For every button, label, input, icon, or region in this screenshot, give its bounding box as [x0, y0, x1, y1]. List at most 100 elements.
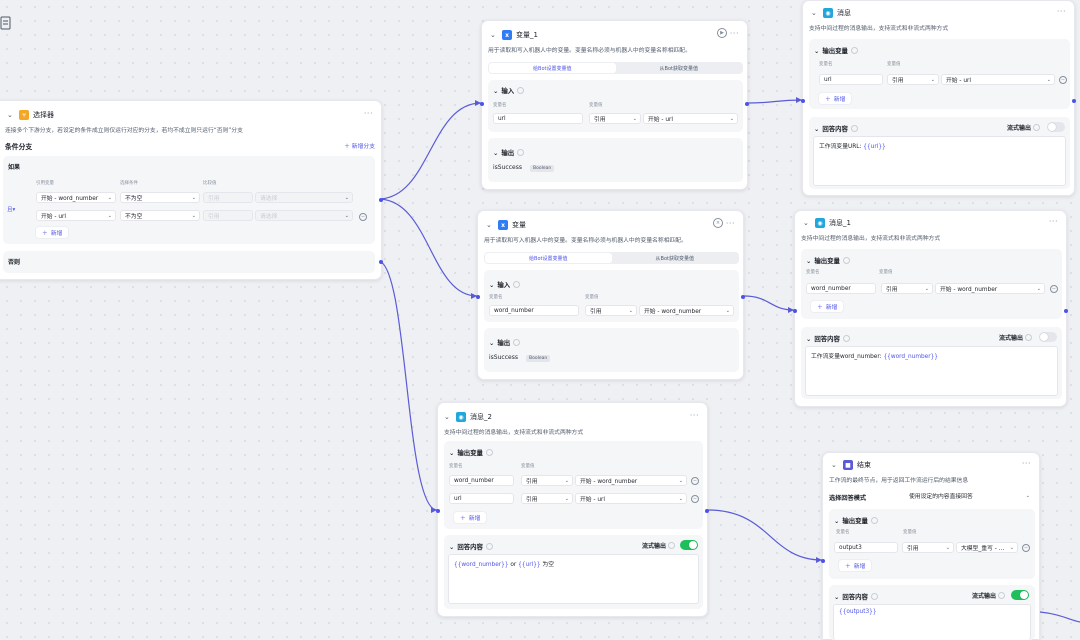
run-icon[interactable]: ×: [713, 218, 723, 228]
stream-toggle[interactable]: [1011, 590, 1029, 600]
chevron-down-icon: ⌄: [107, 194, 112, 201]
add-condition-button[interactable]: ＋新增: [36, 227, 69, 238]
value-ref-select[interactable]: 开始 - word_number ⌄: [935, 283, 1045, 294]
more-menu-icon[interactable]: ···: [726, 219, 735, 228]
value-ref-select[interactable]: 开始 - word_number ⌄: [575, 475, 687, 486]
variable-node[interactable]: ⌄ x 变量 × ··· 用于读取和写入机器人中的变量。变量名称必须与机器人中的变量…: [476, 210, 745, 380]
reply-content-editor[interactable]: 工作流变量word_number: {{word_number}}: [805, 346, 1058, 396]
chevron-down-icon: ⌄: [107, 212, 112, 219]
value-type-select[interactable]: 引用 ⌄: [902, 542, 954, 553]
value-type-select[interactable]: 引用 ⌄: [521, 475, 573, 486]
collapse-chevron-icon[interactable]: ⌄: [7, 111, 15, 119]
collapse-chevron-icon[interactable]: ⌄: [831, 461, 839, 469]
cmp-value-select[interactable]: 请选择 ⌄: [255, 210, 353, 221]
remove-variable-icon[interactable]: −: [691, 477, 699, 485]
cond-select[interactable]: 不为空 ⌄: [120, 192, 200, 203]
and-operator[interactable]: 且▾: [7, 205, 15, 213]
remove-variable-icon[interactable]: −: [1050, 285, 1058, 293]
value-ref-select[interactable]: 开始 - url ⌄: [941, 74, 1055, 85]
variable-name-input[interactable]: word_number: [806, 283, 876, 294]
variable-name-input[interactable]: url: [449, 493, 514, 504]
add-variable-button[interactable]: ＋新增: [819, 93, 852, 104]
add-variable-button[interactable]: ＋新增: [811, 301, 844, 312]
input-port[interactable]: [436, 509, 440, 513]
add-branch-label: 新增分支: [351, 144, 375, 150]
message-2-node[interactable]: ⌄ ◉ 消息_2 ··· 支持中间过程的消息输出，支持流式和非流式两种方式 ⌄ 输出变…: [436, 402, 709, 617]
input-port[interactable]: [476, 295, 480, 299]
ref-select[interactable]: 开始 - url ⌄: [36, 210, 116, 221]
cmp-value-select[interactable]: 请选择 ⌄: [255, 192, 353, 203]
value-ref-select[interactable]: 大模型_重写 - ... ⌄: [956, 542, 1018, 553]
selector-node[interactable]: ⌄ ⑂ 选择器 ··· 连接多个下游分支，若设定的条件成立则仅运行对应的分支，若均不…: [0, 100, 383, 280]
chevron-down-icon: ⌄: [678, 477, 683, 484]
else-output-port[interactable]: [379, 260, 383, 264]
output-vars-section: ⌄ 输出变量 变量名 变量值 word_number 引用 ⌄ 开始 - word_…: [801, 249, 1062, 319]
reply-text: 为空: [540, 562, 555, 568]
run-icon[interactable]: ▶: [717, 28, 727, 38]
tab-set-variable[interactable]: 给Bot设置变量值: [489, 63, 616, 73]
stream-toggle[interactable]: [1047, 122, 1065, 132]
output-port[interactable]: [741, 295, 745, 299]
more-menu-icon[interactable]: ···: [364, 109, 373, 118]
more-menu-icon[interactable]: ···: [690, 411, 699, 420]
input-port[interactable]: [793, 309, 797, 313]
input-port[interactable]: [821, 559, 825, 563]
more-menu-icon[interactable]: ···: [1022, 459, 1031, 468]
add-variable-button[interactable]: ＋新增: [839, 560, 872, 571]
document-icon[interactable]: [0, 16, 12, 30]
output-port[interactable]: [1064, 309, 1068, 313]
tab-set-variable[interactable]: 给Bot设置变量值: [485, 253, 612, 263]
remove-variable-icon[interactable]: −: [1022, 544, 1030, 552]
variable-name-input[interactable]: url: [493, 113, 583, 124]
remove-variable-icon[interactable]: −: [1059, 76, 1067, 84]
message-node[interactable]: ⌄ ◉ 消息 ··· 支持中间过程的消息输出，支持流式和非流式两种方式 ⌄ 输出变量 …: [801, 0, 1076, 196]
variable-name-input[interactable]: url: [819, 74, 883, 85]
cmp-type-select[interactable]: 引用: [203, 210, 253, 221]
reply-text: 工作流变量word_number:: [811, 354, 884, 360]
info-icon: [850, 47, 858, 54]
message-1-node[interactable]: ⌄ ◉ 消息_1 ··· 支持中间过程的消息输出，支持流式和非流式两种方式 ⌄ 输出变…: [793, 210, 1068, 407]
value-ref-select[interactable]: 开始 - url ⌄: [643, 113, 738, 124]
output-port[interactable]: [705, 509, 709, 513]
end-node[interactable]: ⌄ ■ 结束 ··· 工作流的最终节点，用于返回工作流运行后的结果信息 选择回答模式…: [821, 452, 1040, 640]
reply-content-editor[interactable]: {{word_number}} or {{url}} 为空: [448, 554, 699, 604]
value-type-select[interactable]: 引用 ⌄: [887, 74, 939, 85]
collapse-chevron-icon[interactable]: ⌄: [811, 9, 819, 17]
stream-toggle[interactable]: [680, 540, 698, 550]
variable-name-input[interactable]: word_number: [489, 305, 579, 316]
output-port[interactable]: [1072, 99, 1076, 103]
tab-get-variable[interactable]: 从Bot获取变量值: [612, 253, 739, 263]
collapse-chevron-icon[interactable]: ⌄: [803, 219, 811, 227]
variable-name-input[interactable]: word_number: [449, 475, 514, 486]
value-ref-select[interactable]: 开始 - word_number ⌄: [639, 305, 734, 316]
add-variable-button[interactable]: ＋新增: [454, 512, 487, 523]
cond-select[interactable]: 不为空 ⌄: [120, 210, 200, 221]
value-ref-select[interactable]: 开始 - url ⌄: [575, 493, 687, 504]
reply-content-editor[interactable]: {{output3}}: [833, 604, 1031, 640]
if-output-port[interactable]: [379, 198, 383, 202]
collapse-chevron-icon[interactable]: ⌄: [444, 413, 452, 421]
value-type-select[interactable]: 引用 ⌄: [521, 493, 573, 504]
more-menu-icon[interactable]: ···: [1049, 217, 1058, 226]
value-type-select[interactable]: 引用 ⌄: [881, 283, 933, 294]
cmp-type-select[interactable]: 引用: [203, 192, 253, 203]
value-type-select[interactable]: 引用 ⌄: [585, 305, 637, 316]
input-port[interactable]: [480, 102, 484, 106]
variable-1-node[interactable]: ⌄ x 变量_1 ▶ ··· 用于读取和写入机器人中的变量。变量名称必须与机器人中的…: [480, 20, 749, 190]
value-type-select[interactable]: 引用 ⌄: [589, 113, 641, 124]
more-menu-icon[interactable]: ···: [730, 29, 739, 38]
collapse-chevron-icon[interactable]: ⌄: [490, 31, 498, 39]
answer-mode-select[interactable]: 使用设定的内容直接回答 ⌄: [905, 490, 1033, 501]
add-branch-button[interactable]: ＋ 新增分支: [344, 141, 375, 150]
reply-content-editor[interactable]: 工作流变量URL: {{url}}: [813, 136, 1066, 186]
output-port[interactable]: [745, 102, 749, 106]
stream-toggle[interactable]: [1039, 332, 1057, 342]
collapse-chevron-icon[interactable]: ⌄: [486, 221, 494, 229]
ref-select[interactable]: 开始 - word_number ⌄: [36, 192, 116, 203]
variable-name-input[interactable]: output3: [834, 542, 898, 553]
remove-variable-icon[interactable]: −: [691, 495, 699, 503]
remove-condition-icon[interactable]: −: [359, 213, 367, 221]
more-menu-icon[interactable]: ···: [1057, 7, 1066, 16]
input-port[interactable]: [801, 99, 805, 103]
tab-get-variable[interactable]: 从Bot获取变量值: [616, 63, 743, 73]
